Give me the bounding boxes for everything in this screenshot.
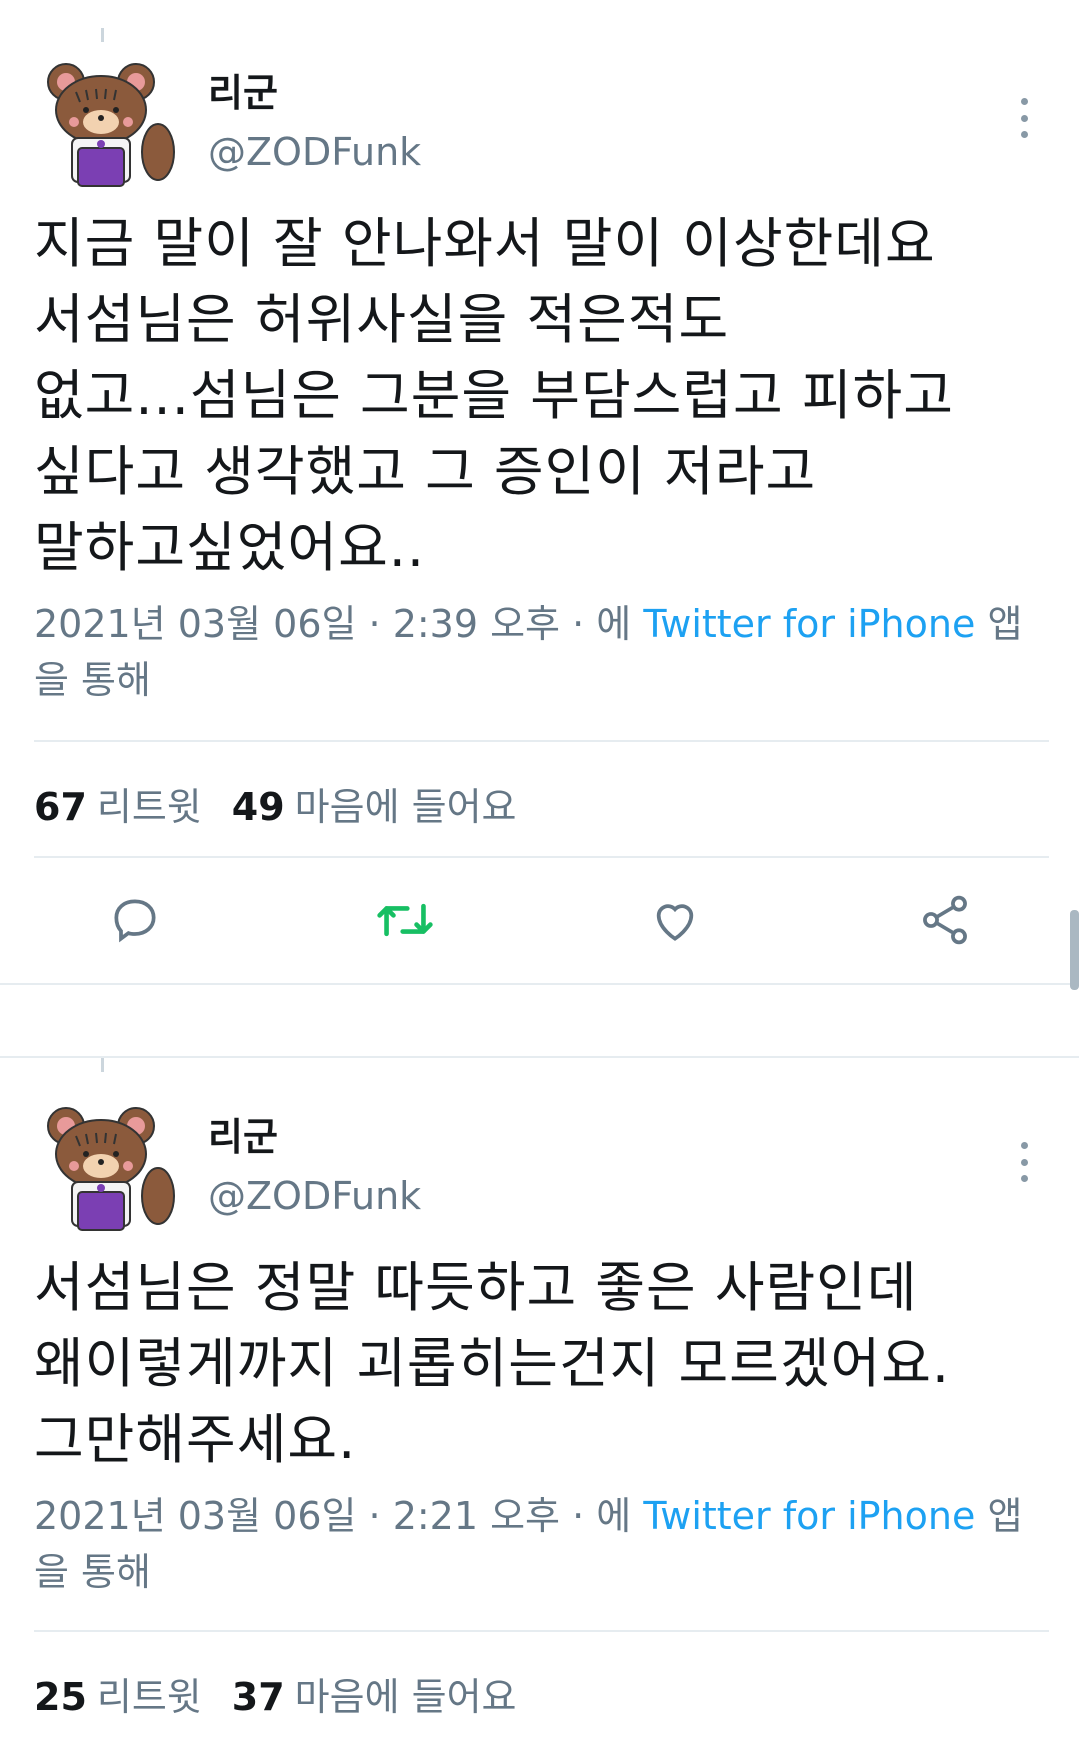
author-name[interactable]: 리군 [208, 1106, 278, 1161]
source-link[interactable]: Twitter for iPhone [643, 1494, 975, 1538]
thread-line [101, 1058, 104, 1072]
tweet-meta: 2021년 03월 06일 · 2:21 오후 · 에 Twitter for … [34, 1488, 1054, 1600]
timestamp: 2021년 03월 06일 · 2:39 오후 · 에 [34, 602, 644, 646]
author-handle[interactable]: @ZODFunk [208, 1174, 421, 1218]
tweet-meta: 2021년 03월 06일 · 2:39 오후 · 에 Twitter for … [34, 596, 1054, 708]
tweet-gap [0, 985, 1079, 1058]
avatar[interactable] [38, 1096, 178, 1236]
share-icon[interactable] [915, 890, 975, 950]
tweet[interactable]: 리군 @ZODFunk 지금 말이 잘 안나와서 말이 이상한데요 서섬님은 허… [0, 0, 1079, 985]
tweet-text-line: 서섬님은 정말 따듯하고 좋은 사람인데 [34, 1256, 918, 1319]
tweet-text: 서섬님은 정말 따듯하고 좋은 사람인데 왜이렇게까지 괴롭히는건지 모르겠어요… [34, 1250, 1044, 1478]
retweet-label[interactable]: 리트윗 [97, 785, 202, 829]
retweet-icon[interactable] [375, 890, 435, 950]
divider [34, 740, 1049, 742]
retweet-count[interactable]: 25 [34, 1675, 87, 1719]
timestamp: 2021년 03월 06일 · 2:21 오후 · 에 [34, 1494, 644, 1538]
retweet-label[interactable]: 리트윗 [97, 1675, 202, 1719]
tweet-text-line: 서섬님은 허위사실을 적은적도 [34, 288, 730, 351]
tweet-text-line: 지금 말이 잘 안나와서 말이 이상한데요 [34, 212, 936, 275]
avatar[interactable] [38, 52, 178, 192]
divider [34, 856, 1049, 858]
reply-icon[interactable] [105, 890, 165, 950]
tweet-stats: 25 리트윗 37 마음에 들어요 [34, 1666, 517, 1721]
tweet-text-line: 왜이렇게까지 괴롭히는건지 모르겠어요. [34, 1332, 951, 1395]
like-count[interactable]: 49 [232, 785, 285, 829]
tweet-text-line: 그만해주세요. [34, 1408, 357, 1471]
tweet-text-line: 없고...섬님은 그분을 부담스럽고 피하고 [34, 364, 954, 427]
like-icon[interactable] [645, 890, 705, 950]
like-label[interactable]: 마음에 들어요 [295, 785, 517, 829]
thread-line [101, 28, 104, 42]
divider [34, 1630, 1049, 1632]
retweet-count[interactable]: 67 [34, 785, 87, 829]
author-name[interactable]: 리군 [208, 62, 278, 117]
more-options-icon[interactable] [1017, 98, 1031, 138]
author-handle[interactable]: @ZODFunk [208, 130, 421, 174]
tweet-text-line: 말하고싶었어요.. [34, 516, 426, 579]
action-bar [0, 870, 1079, 970]
tweet[interactable]: 리군 @ZODFunk 서섬님은 정말 따듯하고 좋은 사람인데 왜이렇게까지 … [0, 1056, 1079, 1737]
scrollbar[interactable] [1070, 910, 1079, 990]
tweet-stats: 67 리트윗 49 마음에 들어요 [34, 776, 517, 831]
tweet-text-line: 싶다고 생각했고 그 증인이 저라고 [34, 440, 817, 503]
tweet-text: 지금 말이 잘 안나와서 말이 이상한데요 서섬님은 허위사실을 적은적도 없고… [34, 206, 1044, 586]
more-options-icon[interactable] [1017, 1142, 1031, 1182]
like-label[interactable]: 마음에 들어요 [295, 1675, 517, 1719]
like-count[interactable]: 37 [232, 1675, 285, 1719]
source-link[interactable]: Twitter for iPhone [643, 602, 975, 646]
